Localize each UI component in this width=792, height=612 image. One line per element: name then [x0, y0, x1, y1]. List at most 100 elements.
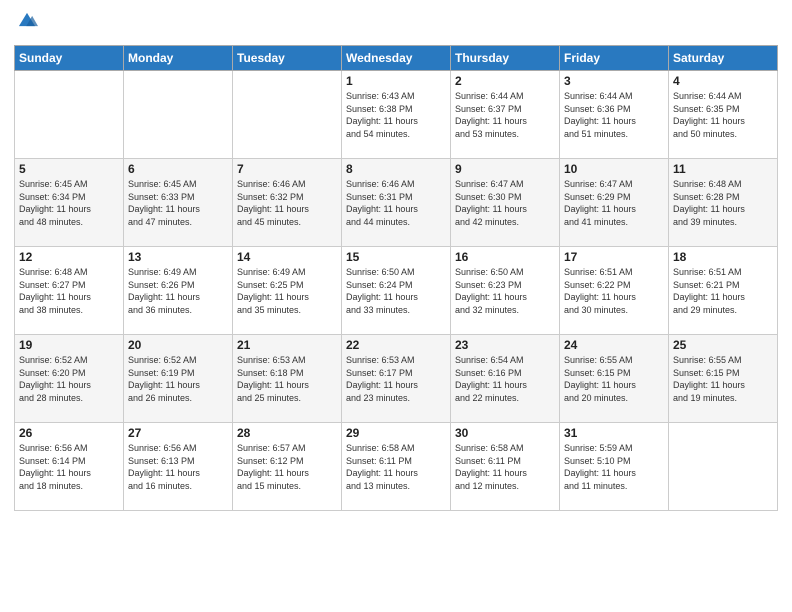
day-header-monday: Monday	[124, 46, 233, 71]
day-number: 11	[673, 162, 773, 176]
day-number: 21	[237, 338, 337, 352]
calendar-cell: 8 Sunrise: 6:46 AM Sunset: 6:31 PM Daylig…	[342, 159, 451, 247]
calendar-cell: 10 Sunrise: 6:47 AM Sunset: 6:29 PM Dayli…	[560, 159, 669, 247]
day-number: 22	[346, 338, 446, 352]
day-number: 3	[564, 74, 664, 88]
calendar-cell: 25 Sunrise: 6:55 AM Sunset: 6:15 PM Dayli…	[669, 335, 778, 423]
calendar-header-row: SundayMondayTuesdayWednesdayThursdayFrid…	[15, 46, 778, 71]
day-info: Sunrise: 6:44 AM Sunset: 6:36 PM Dayligh…	[564, 90, 664, 140]
calendar-cell: 3 Sunrise: 6:44 AM Sunset: 6:36 PM Daylig…	[560, 71, 669, 159]
day-number: 14	[237, 250, 337, 264]
day-info: Sunrise: 6:47 AM Sunset: 6:29 PM Dayligh…	[564, 178, 664, 228]
logo-icon	[16, 10, 38, 32]
day-info: Sunrise: 6:53 AM Sunset: 6:17 PM Dayligh…	[346, 354, 446, 404]
calendar-cell: 17 Sunrise: 6:51 AM Sunset: 6:22 PM Dayli…	[560, 247, 669, 335]
day-number: 31	[564, 426, 664, 440]
day-number: 17	[564, 250, 664, 264]
calendar-cell	[124, 71, 233, 159]
day-info: Sunrise: 6:52 AM Sunset: 6:19 PM Dayligh…	[128, 354, 228, 404]
calendar-week-0: 1 Sunrise: 6:43 AM Sunset: 6:38 PM Daylig…	[15, 71, 778, 159]
day-number: 7	[237, 162, 337, 176]
day-info: Sunrise: 6:58 AM Sunset: 6:11 PM Dayligh…	[455, 442, 555, 492]
page: SundayMondayTuesdayWednesdayThursdayFrid…	[0, 0, 792, 612]
calendar-cell: 1 Sunrise: 6:43 AM Sunset: 6:38 PM Daylig…	[342, 71, 451, 159]
day-number: 8	[346, 162, 446, 176]
calendar-cell: 9 Sunrise: 6:47 AM Sunset: 6:30 PM Daylig…	[451, 159, 560, 247]
day-info: Sunrise: 6:45 AM Sunset: 6:34 PM Dayligh…	[19, 178, 119, 228]
calendar-week-4: 26 Sunrise: 6:56 AM Sunset: 6:14 PM Dayli…	[15, 423, 778, 511]
calendar-cell: 16Sunrise: 6:50 AM Sunset: 6:23 PM Dayli…	[451, 247, 560, 335]
logo	[14, 10, 38, 37]
calendar-cell: 12Sunrise: 6:48 AM Sunset: 6:27 PM Dayli…	[15, 247, 124, 335]
day-number: 29	[346, 426, 446, 440]
day-number: 15	[346, 250, 446, 264]
day-number: 5	[19, 162, 119, 176]
calendar-cell: 15Sunrise: 6:50 AM Sunset: 6:24 PM Dayli…	[342, 247, 451, 335]
day-header-tuesday: Tuesday	[233, 46, 342, 71]
calendar-cell: 20 Sunrise: 6:52 AM Sunset: 6:19 PM Dayli…	[124, 335, 233, 423]
calendar-cell: 4Sunrise: 6:44 AM Sunset: 6:35 PM Daylig…	[669, 71, 778, 159]
day-number: 10	[564, 162, 664, 176]
day-number: 4	[673, 74, 773, 88]
day-number: 26	[19, 426, 119, 440]
day-info: Sunrise: 6:53 AM Sunset: 6:18 PM Dayligh…	[237, 354, 337, 404]
day-info: Sunrise: 5:59 AM Sunset: 5:10 PM Dayligh…	[564, 442, 664, 492]
day-number: 20	[128, 338, 228, 352]
day-number: 9	[455, 162, 555, 176]
day-info: Sunrise: 6:56 AM Sunset: 6:14 PM Dayligh…	[19, 442, 119, 492]
day-info: Sunrise: 6:50 AM Sunset: 6:23 PM Dayligh…	[455, 266, 555, 316]
day-info: Sunrise: 6:43 AM Sunset: 6:38 PM Dayligh…	[346, 90, 446, 140]
calendar-cell: 29 Sunrise: 6:58 AM Sunset: 6:11 PM Dayli…	[342, 423, 451, 511]
day-info: Sunrise: 6:48 AM Sunset: 6:27 PM Dayligh…	[19, 266, 119, 316]
day-info: Sunrise: 6:52 AM Sunset: 6:20 PM Dayligh…	[19, 354, 119, 404]
calendar: SundayMondayTuesdayWednesdayThursdayFrid…	[14, 45, 778, 511]
day-number: 27	[128, 426, 228, 440]
day-number: 24	[564, 338, 664, 352]
calendar-cell	[669, 423, 778, 511]
calendar-cell: 7 Sunrise: 6:46 AM Sunset: 6:32 PM Daylig…	[233, 159, 342, 247]
calendar-week-3: 19 Sunrise: 6:52 AM Sunset: 6:20 PM Dayli…	[15, 335, 778, 423]
calendar-cell: 30 Sunrise: 6:58 AM Sunset: 6:11 PM Dayli…	[451, 423, 560, 511]
calendar-cell: 19 Sunrise: 6:52 AM Sunset: 6:20 PM Dayli…	[15, 335, 124, 423]
calendar-cell: 26 Sunrise: 6:56 AM Sunset: 6:14 PM Dayli…	[15, 423, 124, 511]
day-number: 6	[128, 162, 228, 176]
calendar-cell: 27Sunrise: 6:56 AM Sunset: 6:13 PM Dayli…	[124, 423, 233, 511]
day-info: Sunrise: 6:44 AM Sunset: 6:37 PM Dayligh…	[455, 90, 555, 140]
day-number: 2	[455, 74, 555, 88]
day-info: Sunrise: 6:57 AM Sunset: 6:12 PM Dayligh…	[237, 442, 337, 492]
calendar-cell: 11 Sunrise: 6:48 AM Sunset: 6:28 PM Dayli…	[669, 159, 778, 247]
calendar-cell	[15, 71, 124, 159]
calendar-cell: 31 Sunrise: 5:59 AM Sunset: 5:10 PM Dayli…	[560, 423, 669, 511]
day-number: 13	[128, 250, 228, 264]
day-info: Sunrise: 6:55 AM Sunset: 6:15 PM Dayligh…	[564, 354, 664, 404]
day-info: Sunrise: 6:46 AM Sunset: 6:32 PM Dayligh…	[237, 178, 337, 228]
day-number: 30	[455, 426, 555, 440]
calendar-week-2: 12Sunrise: 6:48 AM Sunset: 6:27 PM Dayli…	[15, 247, 778, 335]
calendar-cell: 18Sunrise: 6:51 AM Sunset: 6:21 PM Dayli…	[669, 247, 778, 335]
day-header-sunday: Sunday	[15, 46, 124, 71]
calendar-cell: 24 Sunrise: 6:55 AM Sunset: 6:15 PM Dayli…	[560, 335, 669, 423]
day-header-saturday: Saturday	[669, 46, 778, 71]
calendar-cell: 14 Sunrise: 6:49 AM Sunset: 6:25 PM Dayli…	[233, 247, 342, 335]
day-info: Sunrise: 6:47 AM Sunset: 6:30 PM Dayligh…	[455, 178, 555, 228]
day-number: 1	[346, 74, 446, 88]
calendar-cell	[233, 71, 342, 159]
calendar-cell: 28Sunrise: 6:57 AM Sunset: 6:12 PM Dayli…	[233, 423, 342, 511]
calendar-cell: 23Sunrise: 6:54 AM Sunset: 6:16 PM Dayli…	[451, 335, 560, 423]
day-info: Sunrise: 6:49 AM Sunset: 6:25 PM Dayligh…	[237, 266, 337, 316]
day-header-friday: Friday	[560, 46, 669, 71]
calendar-body: 1 Sunrise: 6:43 AM Sunset: 6:38 PM Daylig…	[15, 71, 778, 511]
day-info: Sunrise: 6:46 AM Sunset: 6:31 PM Dayligh…	[346, 178, 446, 228]
calendar-week-1: 5 Sunrise: 6:45 AM Sunset: 6:34 PM Daylig…	[15, 159, 778, 247]
day-number: 25	[673, 338, 773, 352]
day-info: Sunrise: 6:51 AM Sunset: 6:22 PM Dayligh…	[564, 266, 664, 316]
calendar-cell: 6 Sunrise: 6:45 AM Sunset: 6:33 PM Daylig…	[124, 159, 233, 247]
day-info: Sunrise: 6:48 AM Sunset: 6:28 PM Dayligh…	[673, 178, 773, 228]
day-info: Sunrise: 6:55 AM Sunset: 6:15 PM Dayligh…	[673, 354, 773, 404]
day-header-wednesday: Wednesday	[342, 46, 451, 71]
day-number: 19	[19, 338, 119, 352]
day-info: Sunrise: 6:58 AM Sunset: 6:11 PM Dayligh…	[346, 442, 446, 492]
day-info: Sunrise: 6:54 AM Sunset: 6:16 PM Dayligh…	[455, 354, 555, 404]
day-info: Sunrise: 6:45 AM Sunset: 6:33 PM Dayligh…	[128, 178, 228, 228]
day-info: Sunrise: 6:49 AM Sunset: 6:26 PM Dayligh…	[128, 266, 228, 316]
